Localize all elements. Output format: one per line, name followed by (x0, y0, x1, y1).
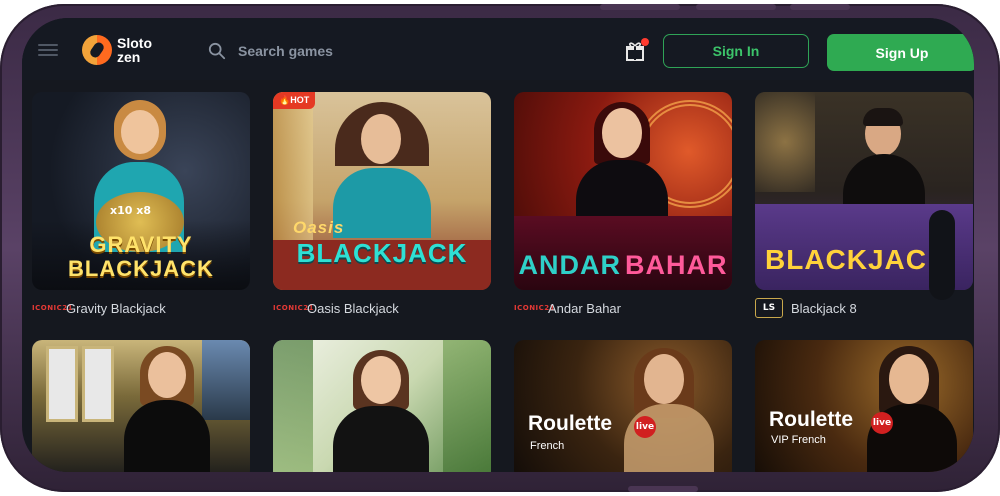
game-title[interactable]: Blackjack 8 (791, 301, 857, 316)
volume-button (600, 4, 680, 10)
top-bar: Sloto zen Sign In Sign Up (22, 18, 974, 80)
sign-in-button[interactable]: Sign In (663, 34, 809, 68)
game-thumbnail[interactable] (32, 340, 250, 472)
sign-up-button[interactable]: Sign Up (827, 34, 974, 71)
game-art-title: Roulette (528, 412, 612, 435)
game-card[interactable]: 🔥HOT Oasis BLACKJACK ICONIC21 Oasis Blac… (273, 92, 491, 318)
provider-logo: LS (755, 298, 783, 318)
notification-dot (641, 38, 649, 46)
game-art-title: Roulette (769, 408, 853, 431)
game-art-subtitle: BLACKJACK (68, 256, 214, 281)
menu-icon[interactable] (38, 44, 58, 56)
logo-text: Sloto zen (117, 35, 152, 65)
side-button (628, 486, 698, 492)
provider-logo: ICONIC21 (273, 304, 315, 312)
logo[interactable]: Sloto zen (82, 35, 152, 65)
provider-logo: ICONIC21 (32, 304, 74, 312)
screen: Sloto zen Sign In Sign Up (22, 18, 974, 472)
game-art-title: ANDAR BAHAR (518, 250, 728, 280)
game-title[interactable]: Oasis Blackjack (307, 301, 399, 316)
search-icon (208, 42, 226, 60)
game-thumbnail[interactable]: 🔥HOT Oasis BLACKJACK (273, 92, 491, 290)
game-art-subtitle: BLACKJACK (296, 238, 468, 268)
game-card[interactable]: Roulette live VIP French (755, 340, 973, 472)
game-thumbnail[interactable]: Roulette live French (514, 340, 732, 472)
game-title[interactable]: Andar Bahar (548, 301, 621, 316)
game-card[interactable] (273, 340, 491, 472)
game-art-title: GRAVITY (89, 232, 193, 257)
game-thumbnail[interactable]: Roulette live VIP French (755, 340, 973, 472)
fire-icon: 🔥 (279, 95, 291, 105)
logo-mark-icon (82, 35, 112, 65)
game-card[interactable] (32, 340, 250, 472)
game-grid: x10 x8 GRAVITY BLACKJACK ICONIC21 Gravit… (22, 80, 974, 472)
phone-frame: Sloto zen Sign In Sign Up (0, 4, 1000, 492)
game-thumbnail[interactable]: x10 x8 GRAVITY BLACKJACK (32, 92, 250, 290)
provider-logo: ICONIC21 (514, 304, 556, 312)
game-card[interactable]: x10 x8 GRAVITY BLACKJACK ICONIC21 Gravit… (32, 92, 250, 318)
game-thumbnail[interactable]: ANDAR BAHAR (514, 92, 732, 290)
live-badge: live (634, 416, 656, 438)
live-badge: live (871, 412, 893, 434)
power-button (790, 4, 850, 10)
search-input[interactable] (236, 42, 390, 60)
game-title[interactable]: Gravity Blackjack (66, 301, 166, 316)
game-art-title: Oasis (293, 218, 345, 237)
hot-badge: 🔥HOT (273, 92, 316, 109)
volume-button (696, 4, 776, 10)
game-thumbnail[interactable] (273, 340, 491, 472)
game-card[interactable]: Roulette live French (514, 340, 732, 472)
search-bar[interactable] (208, 42, 390, 60)
game-art-subtitle: VIP French (771, 434, 826, 446)
game-art-subtitle: French (530, 440, 565, 452)
game-card[interactable]: ANDAR BAHAR ICONIC21 Andar Bahar (514, 92, 732, 318)
camera-notch (929, 210, 955, 300)
